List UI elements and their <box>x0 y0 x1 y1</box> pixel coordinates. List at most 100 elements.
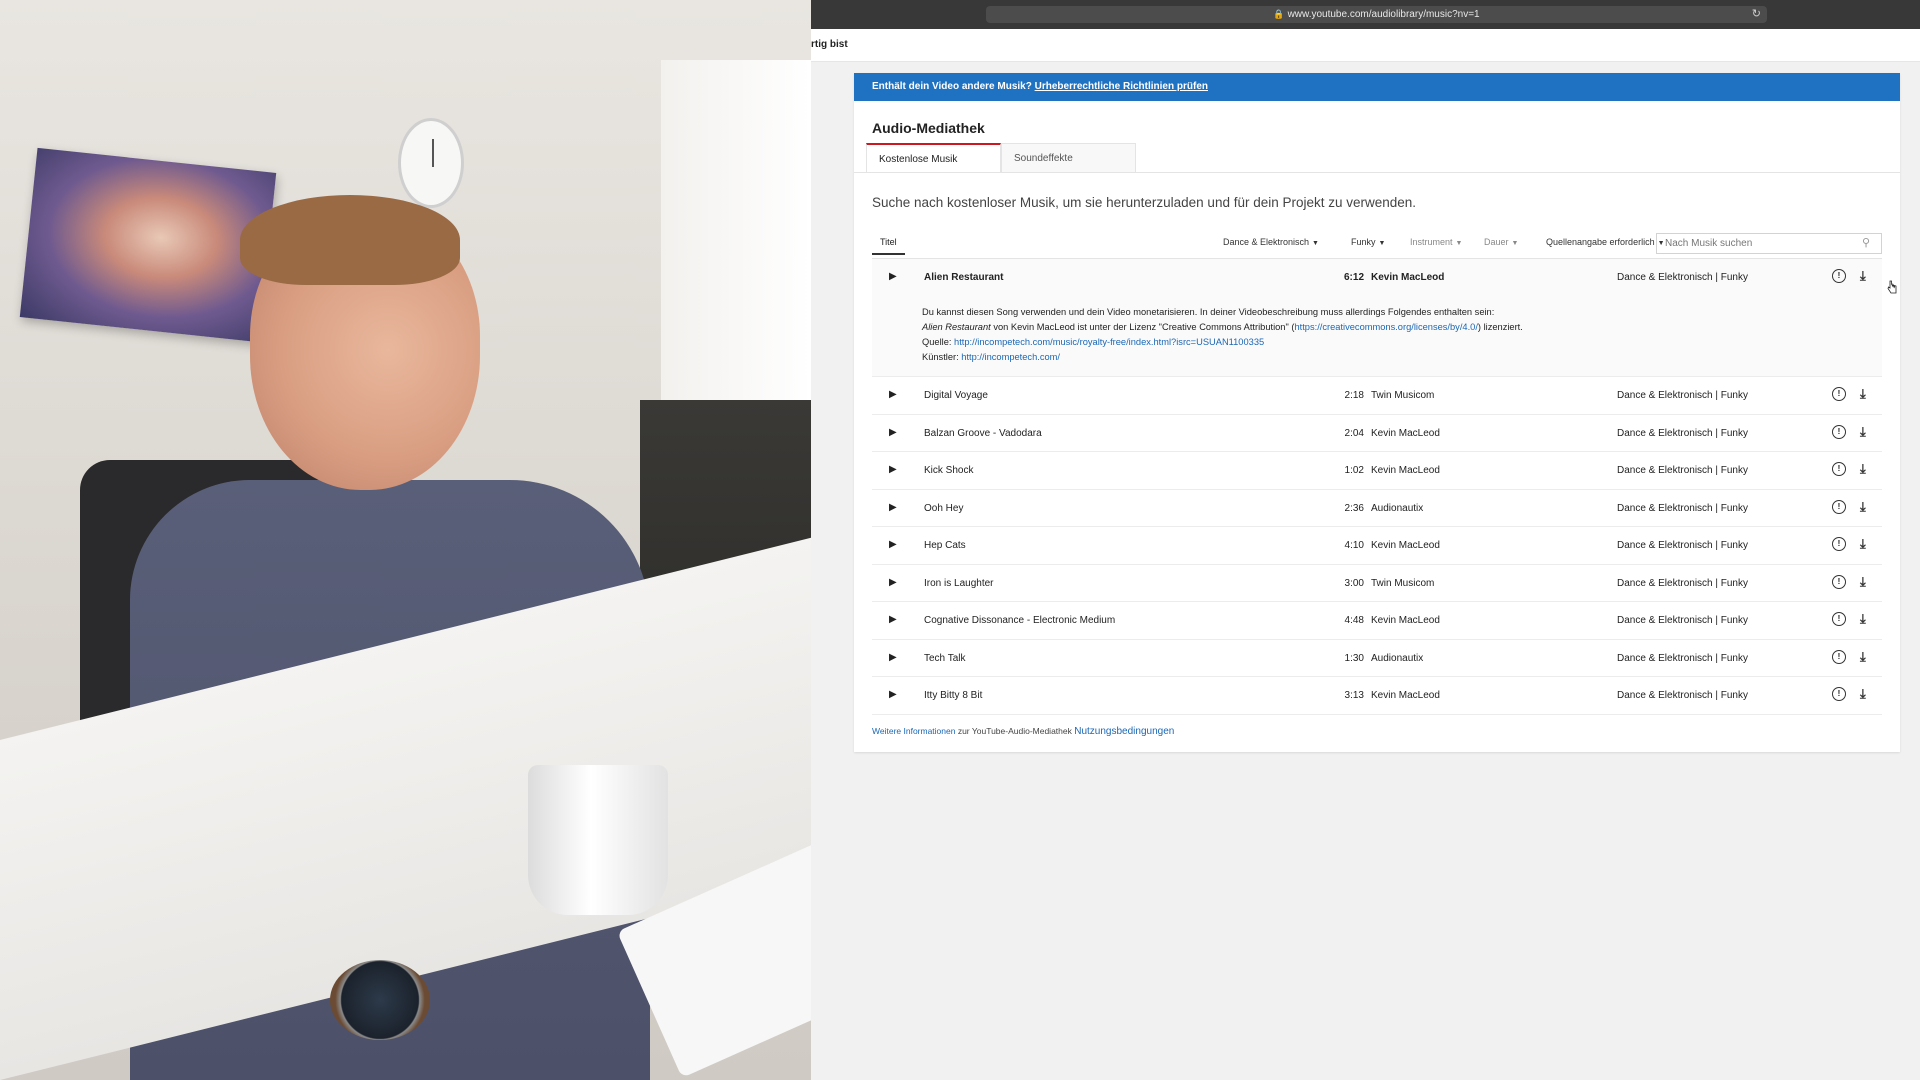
tab-free-music[interactable]: Kostenlose Musik <box>866 143 1001 173</box>
notice-text: Enthält dein Video andere Musik? <box>872 81 1032 92</box>
person-hair <box>240 195 460 285</box>
track-genre: Dance & Elektronisch | Funky <box>1617 652 1748 664</box>
play-icon[interactable]: ▶ <box>889 652 897 663</box>
track-artist: Kevin MacLeod <box>1371 540 1440 551</box>
search-icon[interactable]: ⚲ <box>1862 236 1870 249</box>
filter-bar: Titel Dance & Elektronisch ▼ Funky ▼ Instr… <box>872 233 1882 259</box>
page-header-strip: rtig bist <box>811 29 1920 62</box>
music-search-input[interactable]: Nach Musik suchen <box>1656 233 1882 254</box>
browser-toolbar: 🔒 www.youtube.com/audiolibrary/music?nv=1… <box>811 0 1920 29</box>
track-artist: Kevin MacLeod <box>1371 427 1440 439</box>
caret-down-icon: ▼ <box>1312 240 1319 247</box>
track-title: Tech Talk <box>924 652 966 664</box>
track-genre: Dance & Elektronisch | Funky <box>1617 690 1748 701</box>
webcam-video <box>0 0 811 1080</box>
download-icon[interactable]: ⤓ <box>1860 424 1866 440</box>
duration-filter[interactable]: Dauer ▼ <box>1484 237 1518 247</box>
mood-filter[interactable]: Funky ▼ <box>1351 237 1385 247</box>
track-artist: Audionautix <box>1371 652 1424 664</box>
artist-line: Künstler: http://incompetech.com/ <box>922 352 1060 362</box>
instrument-filter[interactable]: Instrument ▼ <box>1410 237 1462 247</box>
download-icon[interactable]: ⤓ <box>1860 686 1866 702</box>
track-row-expanded[interactable]: ▶ Alien Restaurant 6:12 Kevin MacLeod Da… <box>872 259 1882 377</box>
track-row[interactable]: ▶ Digital Voyage 2:18 Twin Musicom Dance… <box>872 377 1882 415</box>
track-title: Digital Voyage <box>924 390 988 401</box>
track-genre: Dance & Elektronisch | Funky <box>1617 615 1748 626</box>
coffee-mug <box>528 765 668 915</box>
attribution-info-icon[interactable]: ! <box>1832 462 1846 476</box>
download-icon[interactable]: ⤓ <box>1860 536 1866 552</box>
track-row[interactable]: ▶ Itty Bitty 8 Bit 3:13 Kevin MacLeod Da… <box>872 677 1882 715</box>
track-row[interactable]: ▶ Iron is Laughter 3:00 Twin Musicom Dan… <box>872 565 1882 602</box>
download-icon[interactable]: ⤓ <box>1860 268 1866 284</box>
download-icon[interactable]: ⤓ <box>1860 649 1866 665</box>
attribution-info-icon[interactable]: ! <box>1832 687 1846 701</box>
download-icon[interactable]: ⤓ <box>1860 499 1866 515</box>
download-icon[interactable]: ⤓ <box>1860 611 1866 627</box>
wall-painting <box>19 147 277 343</box>
genre-filter[interactable]: Dance & Elektronisch ▼ <box>1223 237 1319 247</box>
attribution-info-icon[interactable]: ! <box>1832 649 1846 664</box>
artist-link[interactable]: http://incompetech.com/ <box>961 352 1060 362</box>
attribution-filter[interactable]: Quellenangabe erforderlich ▼ <box>1546 237 1665 247</box>
page-title: Audio-Mediathek <box>872 120 985 136</box>
track-genre: Dance & Elektronisch | Funky <box>1617 540 1748 551</box>
track-duration: 1:30 <box>1344 652 1364 664</box>
track-row[interactable]: ▶ Balzan Groove - Vadodara 2:04 Kevin Ma… <box>872 415 1882 452</box>
play-icon[interactable]: ▶ <box>889 271 897 282</box>
wristwatch <box>330 960 430 1040</box>
copyright-guidelines-link[interactable]: Urheberrechtliche Richtlinien prüfen <box>1035 81 1208 92</box>
address-bar[interactable]: 🔒 www.youtube.com/audiolibrary/music?nv=1… <box>986 6 1767 23</box>
tab-sound-effects[interactable]: Soundeffekte <box>1001 143 1136 173</box>
intro-text: Suche nach kostenloser Musik, um sie her… <box>872 195 1417 210</box>
track-duration: 6:12 <box>1343 272 1364 283</box>
play-icon[interactable]: ▶ <box>889 427 897 438</box>
tab-divider <box>854 172 1900 173</box>
track-genre: Dance & Elektronisch | Funky <box>1617 427 1748 439</box>
track-artist: Twin Musicom <box>1371 577 1435 589</box>
attribution-info-icon[interactable]: ! <box>1832 612 1846 626</box>
license-link[interactable]: https://creativecommons.org/licenses/by/… <box>1294 322 1477 332</box>
source-link[interactable]: http://incompetech.com/music/royalty-fre… <box>954 337 1264 347</box>
track-row[interactable]: ▶ Tech Talk 1:30 Audionautix Dance & Ele… <box>872 640 1882 677</box>
attribution-info-icon[interactable]: ! <box>1832 424 1846 439</box>
download-icon[interactable]: ⤓ <box>1860 574 1866 590</box>
attribution-info-icon[interactable]: ! <box>1832 537 1846 551</box>
track-artist: Twin Musicom <box>1371 390 1435 401</box>
track-title: Itty Bitty 8 Bit <box>924 690 983 701</box>
track-duration: 3:13 <box>1344 690 1364 701</box>
track-row[interactable]: ▶ Hep Cats 4:10 Kevin MacLeod Dance & El… <box>872 527 1882 565</box>
title-column-sort[interactable]: Titel <box>872 237 905 255</box>
track-title: Ooh Hey <box>924 502 964 514</box>
play-icon[interactable]: ▶ <box>889 389 897 400</box>
track-title: Balzan Groove - Vadodara <box>924 427 1042 439</box>
download-icon[interactable]: ⤓ <box>1860 386 1866 402</box>
download-icon[interactable]: ⤓ <box>1860 461 1866 477</box>
attribution-info-icon[interactable]: ! <box>1832 499 1846 514</box>
license-line-2: Alien Restaurant von Kevin MacLeod ist u… <box>922 322 1523 332</box>
track-duration: 2:18 <box>1344 390 1364 401</box>
play-icon[interactable]: ▶ <box>889 614 897 625</box>
track-row[interactable]: ▶ Ooh Hey 2:36 Audionautix Dance & Elekt… <box>872 490 1882 527</box>
track-row[interactable]: ▶ Cognative Dissonance - Electronic Medi… <box>872 602 1882 640</box>
play-icon[interactable]: ▶ <box>889 464 897 475</box>
play-icon[interactable]: ▶ <box>889 689 897 700</box>
play-icon[interactable]: ▶ <box>889 577 897 588</box>
browser-window: 🔒 www.youtube.com/audiolibrary/music?nv=1… <box>811 0 1920 1080</box>
track-genre: Dance & Elektronisch | Funky <box>1617 465 1748 476</box>
play-icon[interactable]: ▶ <box>889 502 897 513</box>
attribution-info-icon[interactable]: ! <box>1832 387 1846 401</box>
track-artist: Kevin MacLeod <box>1371 690 1440 701</box>
wall-clock <box>398 118 464 208</box>
track-duration: 2:36 <box>1344 502 1364 514</box>
play-icon[interactable]: ▶ <box>889 539 897 550</box>
track-row[interactable]: ▶ Kick Shock 1:02 Kevin MacLeod Dance & … <box>872 452 1882 490</box>
track-title: Kick Shock <box>924 465 974 476</box>
attribution-info-icon[interactable]: ! <box>1832 269 1846 283</box>
track-duration: 4:48 <box>1344 615 1364 626</box>
footer-middle-text: zur YouTube-Audio-Mediathek <box>955 726 1075 736</box>
reload-icon[interactable]: ↻ <box>1752 6 1761 23</box>
more-info-link[interactable]: Weitere Informationen <box>872 726 955 736</box>
attribution-info-icon[interactable]: ! <box>1832 574 1846 589</box>
terms-link[interactable]: Nutzungsbedingungen <box>1074 726 1174 737</box>
